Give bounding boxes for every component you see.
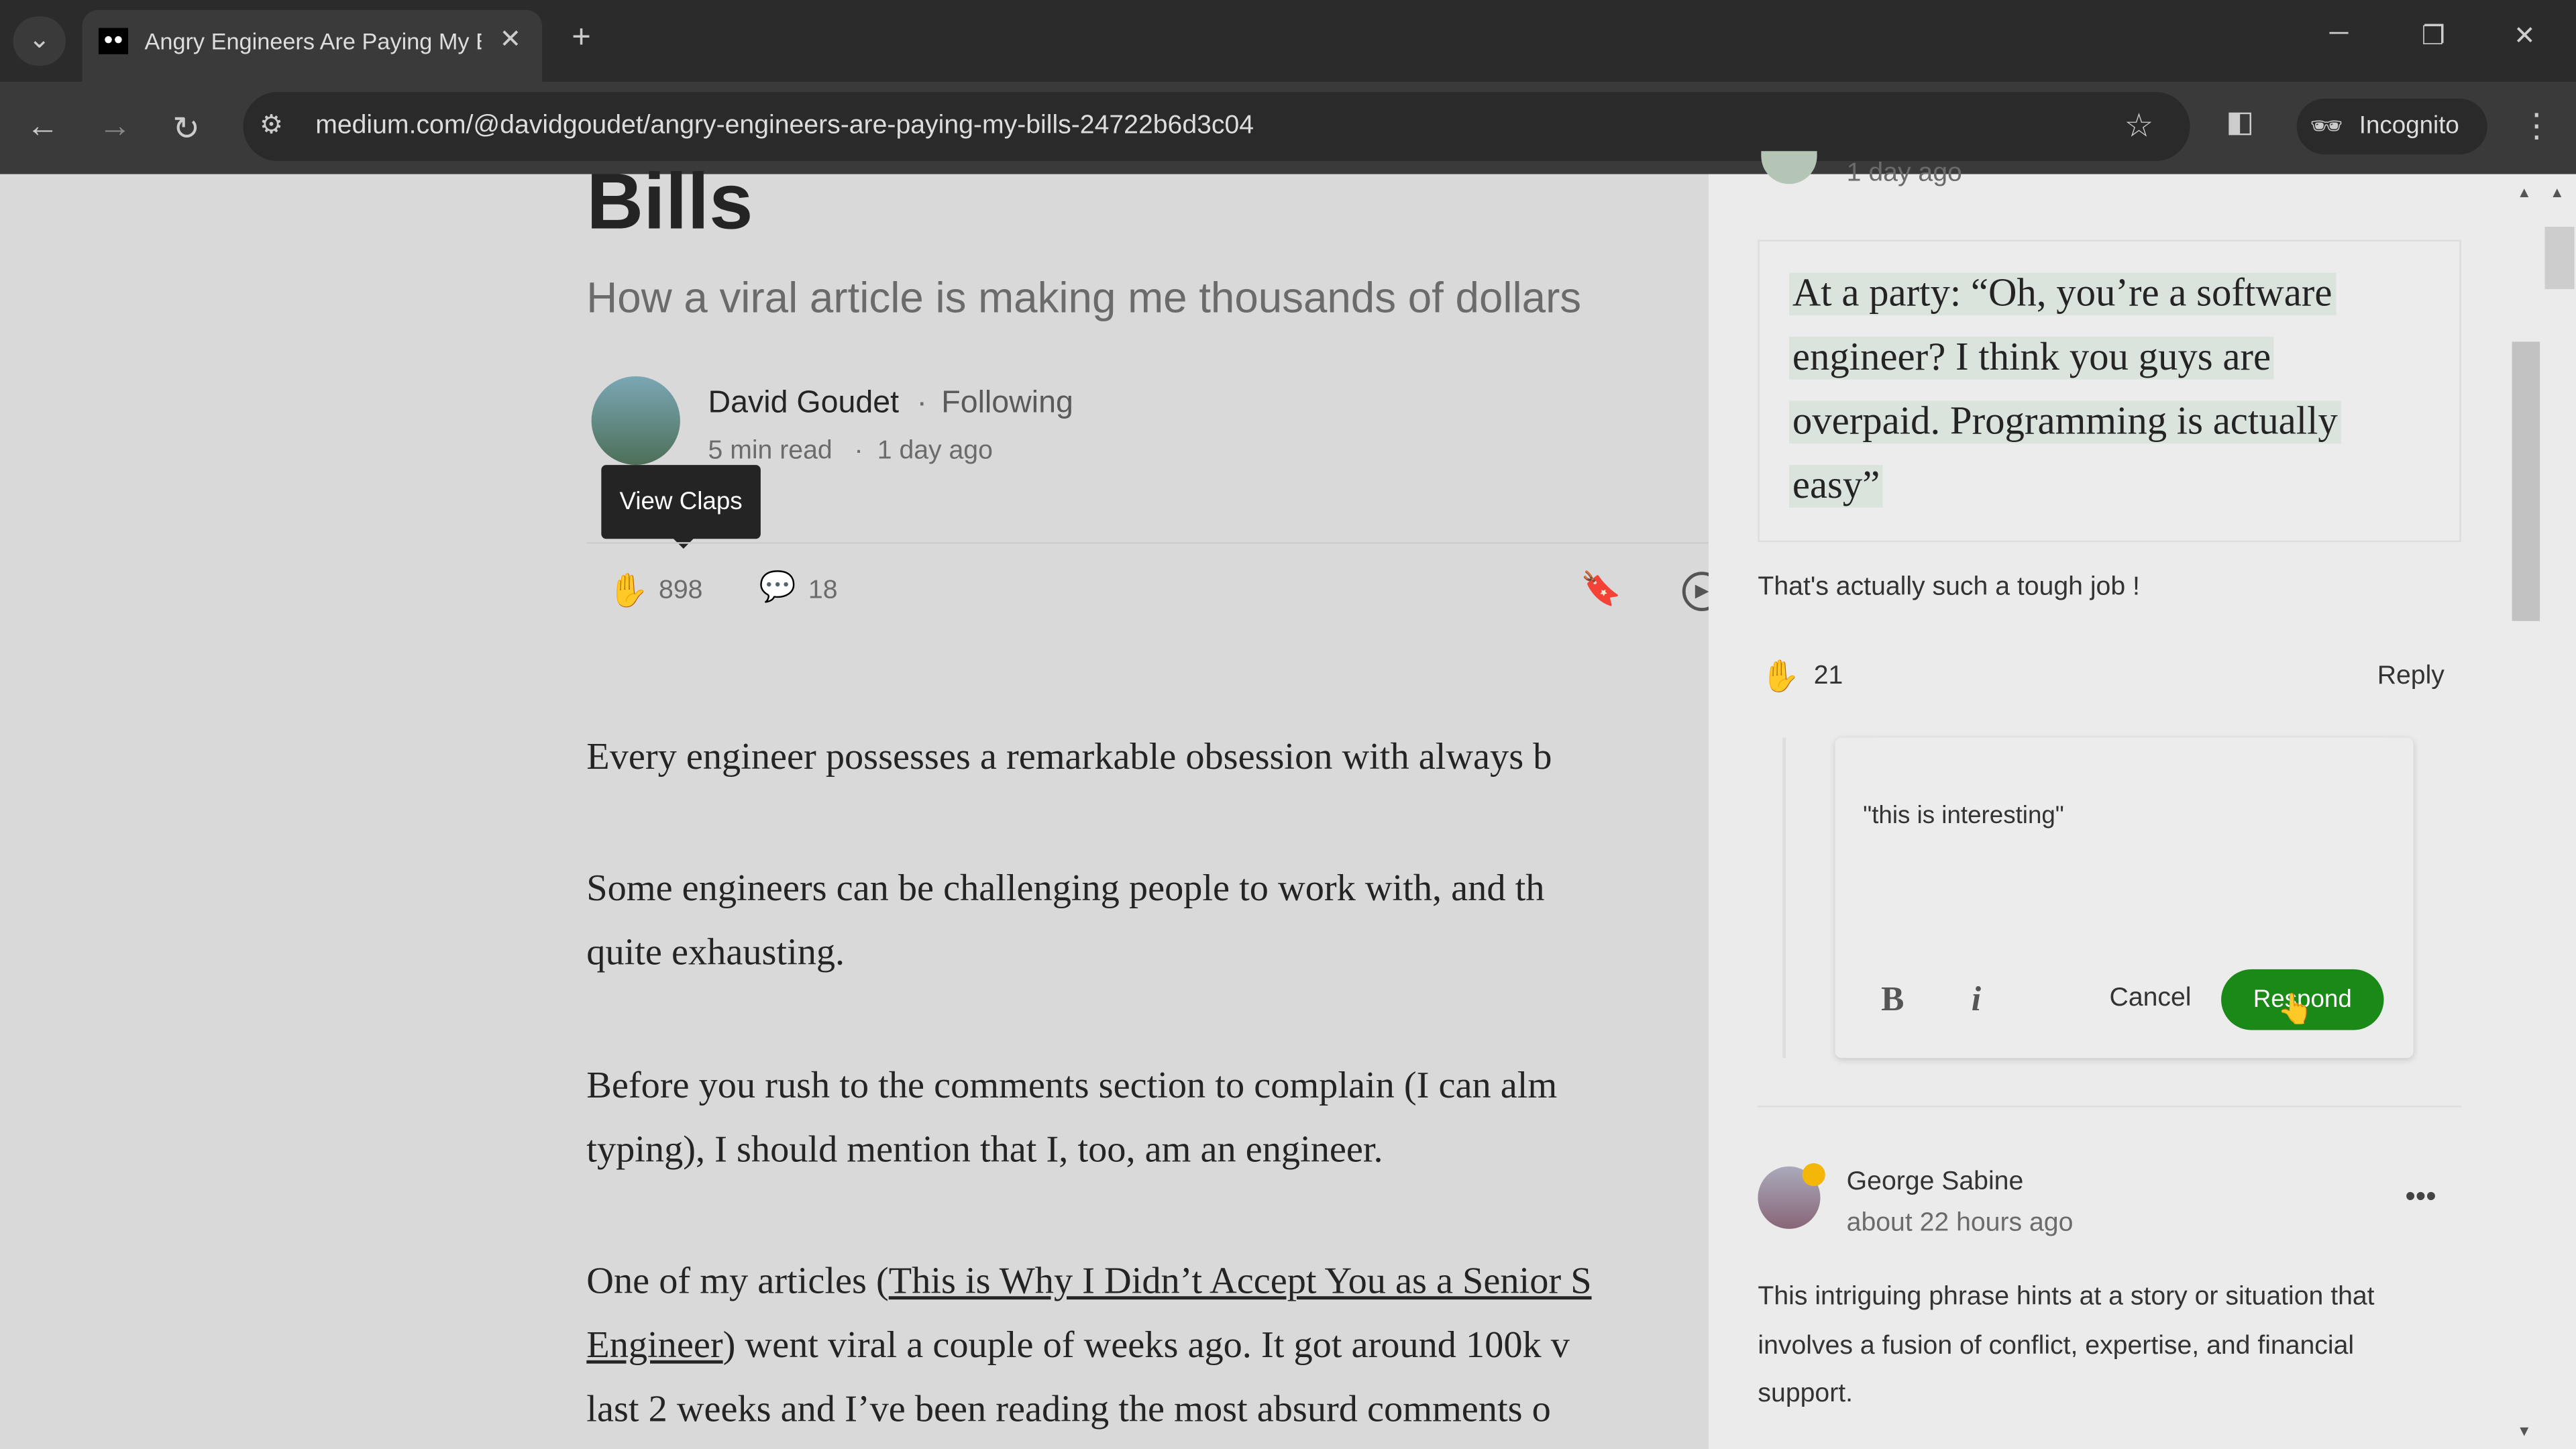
quote-line: overpaid. Programming is actually xyxy=(1788,400,2341,444)
text: ) went viral a couple of weeks ago. It g… xyxy=(722,1324,1570,1366)
url-text[interactable]: medium.com/@davidgoudet/angry-engineers-… xyxy=(315,112,1254,142)
paragraph: Every engineer possesses a remarkable ob… xyxy=(586,736,1552,777)
scroll-up-icon[interactable]: ▲ xyxy=(2550,184,2565,200)
article-title: Bills xyxy=(586,159,753,247)
member-badge-icon xyxy=(1802,1163,1825,1187)
new-tab-icon[interactable]: + xyxy=(572,19,591,57)
restore-icon[interactable]: ❐ xyxy=(2422,19,2445,52)
scroll-up-icon[interactable]: ▲ xyxy=(2517,184,2532,200)
publish-date: 1 day ago xyxy=(877,437,993,466)
panel-scrollbar-thumb[interactable] xyxy=(2512,341,2540,621)
page-scrollbar-thumb[interactable] xyxy=(2544,226,2575,290)
article-subtitle: How a viral article is making me thousan… xyxy=(586,272,1582,323)
author-name[interactable]: David Goudet xyxy=(708,386,900,423)
divider xyxy=(1758,1106,2461,1108)
paragraph: typing), I should mention that I, too, a… xyxy=(586,1128,1383,1170)
menu-icon[interactable]: ⋮ xyxy=(2520,105,2553,146)
scroll-down-icon[interactable]: ▼ xyxy=(2517,1423,2532,1439)
incognito-label: Incognito xyxy=(2359,111,2459,140)
medium-favicon-icon: ●● xyxy=(98,28,129,54)
bookmark-star-icon[interactable]: ☆ xyxy=(2125,105,2154,146)
quote-line: easy” xyxy=(1788,465,1884,508)
comment-time: 1 day ago xyxy=(1846,159,1962,188)
site-info-icon[interactable]: ⚙ xyxy=(260,109,283,142)
comment-icon[interactable]: 💬 xyxy=(759,570,796,604)
clap-count[interactable]: 898 xyxy=(659,577,702,606)
minimize-icon[interactable]: ─ xyxy=(2330,19,2349,49)
italic-button[interactable]: i xyxy=(1972,979,1981,1020)
following-button[interactable]: Following xyxy=(941,386,1073,423)
comment-body: This intriguing phrase hints at a story … xyxy=(1758,1273,2374,1419)
reload-icon[interactable]: ↻ xyxy=(172,109,200,150)
paragraph: last 2 weeks and I’ve been reading the m… xyxy=(586,1388,1551,1430)
quote-line: At a party: “Oh, you’re a software xyxy=(1788,272,2336,315)
comment-count[interactable]: 18 xyxy=(808,577,838,606)
bookmark-add-icon[interactable]: 🔖 xyxy=(1580,568,1621,609)
tooltip-arrow xyxy=(672,537,695,560)
reply-button[interactable]: Reply xyxy=(2377,662,2445,692)
close-tab-icon[interactable]: ✕ xyxy=(499,23,521,56)
quote-line: engineer? I think you guys are xyxy=(1788,337,2274,380)
incognito-icon: 🕶 xyxy=(2310,113,2344,142)
mouse-cursor-icon: 👆 xyxy=(2277,992,2314,1026)
comment-line: involves a fusion of conflict, expertise… xyxy=(1758,1331,2355,1360)
cancel-button[interactable]: Cancel xyxy=(2110,984,2192,1014)
clap-icon[interactable]: ✋ xyxy=(1761,657,1800,697)
more-options-icon[interactable]: ••• xyxy=(2405,1179,2436,1214)
text: One of my articles ( xyxy=(586,1260,889,1301)
response-input[interactable]: "this is interesting" xyxy=(1863,802,2064,830)
side-panel-icon[interactable]: ◧ xyxy=(2226,105,2254,140)
comment-text: That's actually such a tough job ! xyxy=(1758,573,2140,602)
thread-line xyxy=(1782,737,1786,1059)
close-window-icon[interactable]: ✕ xyxy=(2514,19,2536,52)
author-avatar[interactable] xyxy=(591,376,680,466)
clap-icon[interactable]: ✋ xyxy=(608,570,649,611)
forward-icon[interactable]: → xyxy=(99,109,131,146)
view-claps-tooltip: View Claps xyxy=(601,465,761,539)
read-time: 5 min read xyxy=(708,437,833,466)
comment-time: about 22 hours ago xyxy=(1846,1209,2074,1238)
comment-line: This intriguing phrase hints at a story … xyxy=(1758,1283,2375,1311)
paragraph: Some engineers can be challenging people… xyxy=(586,867,1545,909)
bold-button[interactable]: B xyxy=(1881,979,1904,1020)
highlighted-quote: At a party: “Oh, you’re a software engin… xyxy=(1758,239,2461,543)
commenter-name[interactable]: George Sabine xyxy=(1847,1168,2024,1197)
comment-clap-count: 21 xyxy=(1813,661,1843,690)
tab-title: Angry Engineers Are Paying My Bills xyxy=(144,28,482,54)
article-link[interactable]: Engineer xyxy=(586,1324,722,1365)
divider xyxy=(586,542,1709,544)
back-icon[interactable]: ← xyxy=(26,109,59,146)
article-link[interactable]: This is Why I Didn’t Accept You as a Sen… xyxy=(889,1260,1592,1301)
paragraph: quite exhausting. xyxy=(586,931,845,973)
comment-line: support. xyxy=(1758,1380,1854,1408)
paragraph: Before you rush to the comments section … xyxy=(586,1064,1558,1106)
tab-search-button[interactable]: ⌄ xyxy=(13,16,66,66)
